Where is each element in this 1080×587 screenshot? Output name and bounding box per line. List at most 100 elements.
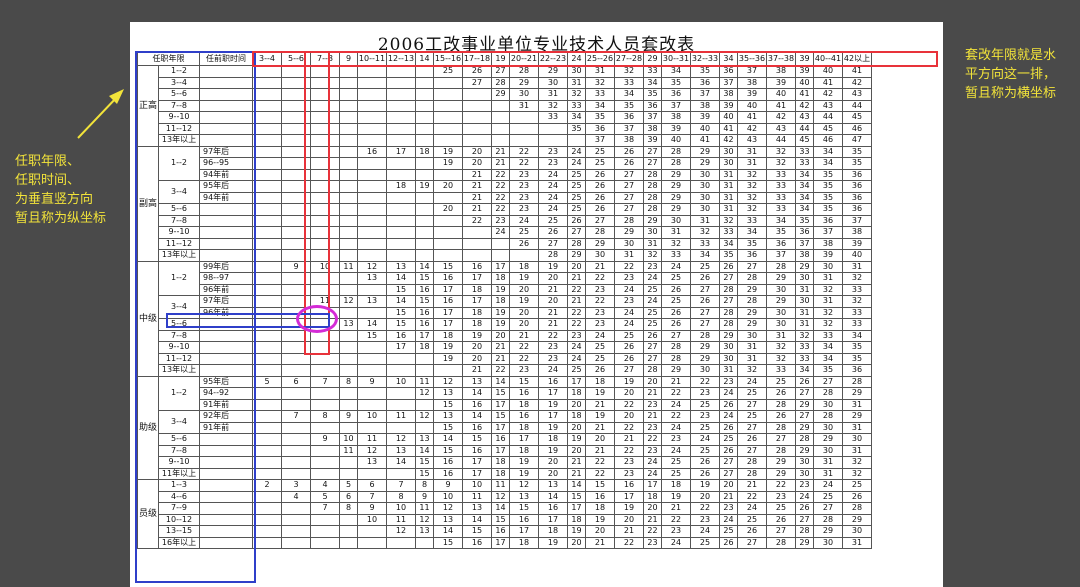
value-cell: 27 xyxy=(567,226,586,239)
value-cell: 32 xyxy=(719,214,738,227)
value-cell: 25 xyxy=(567,364,586,377)
prior-time-cell xyxy=(199,111,253,124)
value-cell: 17 xyxy=(386,341,416,354)
value-cell: 24 xyxy=(567,157,586,170)
value-cell: 20 xyxy=(509,306,539,319)
table-row: 11--12 19 20 21 22 23 24 25 26 27 28 29 30 31 32 33 34 35 xyxy=(138,352,872,365)
prior-time-cell xyxy=(199,237,253,250)
value-cell xyxy=(310,398,340,411)
value-cell: 29 xyxy=(661,180,691,193)
value-cell: 36 xyxy=(795,226,814,239)
value-cell: 9 xyxy=(310,433,340,446)
value-cell: 32 xyxy=(766,157,796,170)
value-cell: 8 xyxy=(415,479,434,492)
table-row: 正高 1--2 25 26 27 28 29 30 31 32 33 34 35 36 37 38 39 40 41 xyxy=(137,65,872,147)
value-cell: 23 xyxy=(643,444,662,457)
value-cell: 19 xyxy=(462,329,492,342)
column-header: 25--26 xyxy=(585,52,615,66)
value-cell: 29 xyxy=(813,433,843,446)
value-cell: 28 xyxy=(643,203,662,216)
value-cell xyxy=(339,76,358,89)
value-cell: 45 xyxy=(813,122,843,135)
value-cell xyxy=(281,329,311,342)
value-cell: 23 xyxy=(538,145,568,158)
value-cell: 18 xyxy=(585,502,615,515)
value-cell: 31 xyxy=(719,203,738,216)
value-cell xyxy=(281,444,311,457)
grade-group-label: 助级 xyxy=(137,375,159,480)
value-cell: 19 xyxy=(491,306,510,319)
tenure-years-cell: 11--12 xyxy=(158,352,200,365)
value-cell: 23 xyxy=(585,306,615,319)
value-cell: 21 xyxy=(737,479,767,492)
table-row: 中级 1--2 99年后 9 10 11 12 13 14 15 16 17 18 19 20 21 22 23 2… xyxy=(137,260,872,377)
value-cell: 28 xyxy=(795,433,814,446)
annotation-line: 为垂直竖方向 xyxy=(15,192,94,207)
value-cell: 26 xyxy=(690,295,720,308)
value-cell: 39 xyxy=(719,99,738,112)
value-cell: 33 xyxy=(567,99,586,112)
value-cell xyxy=(310,168,340,181)
value-cell: 25 xyxy=(690,421,720,434)
tenure-years-cell: 11--12 xyxy=(158,122,200,135)
value-cell: 25 xyxy=(567,203,586,216)
prior-time-cell xyxy=(199,479,253,492)
value-cell: 15 xyxy=(462,433,492,446)
value-cell: 25 xyxy=(661,467,691,480)
value-cell: 29 xyxy=(842,513,872,526)
value-cell: 31 xyxy=(842,421,872,434)
value-cell: 29 xyxy=(719,329,738,342)
value-cell xyxy=(252,295,282,308)
value-cell: 38 xyxy=(842,226,872,239)
value-cell xyxy=(281,272,311,285)
value-cell: 27 xyxy=(737,536,767,549)
table-row: 9--10 33 34 35 36 37 38 39 40 41 42 43 44 45 xyxy=(138,111,872,124)
value-cell: 36 xyxy=(842,168,872,181)
value-cell: 23 xyxy=(719,375,738,388)
value-cell: 25 xyxy=(661,272,691,285)
value-cell: 17 xyxy=(462,295,492,308)
column-header: 35--36 xyxy=(737,52,767,66)
value-cell: 32 xyxy=(737,168,767,181)
prior-time-cell xyxy=(199,99,253,112)
value-cell: 33 xyxy=(766,168,796,181)
value-cell: 24 xyxy=(661,260,691,273)
value-cell: 19 xyxy=(585,513,615,526)
value-cell: 20 xyxy=(643,502,662,515)
value-cell: 9 xyxy=(433,479,463,492)
value-cell: 18 xyxy=(491,467,510,480)
column-header: 17--18 xyxy=(462,52,492,66)
value-cell xyxy=(339,111,358,124)
value-cell: 34 xyxy=(813,352,843,365)
value-cell xyxy=(357,214,387,227)
value-cell: 14 xyxy=(386,456,416,469)
value-cell xyxy=(357,341,387,354)
value-cell xyxy=(415,111,434,124)
value-cell: 27 xyxy=(737,421,767,434)
table-row: 副高 1--2 97年后 16 17 18 19 20 21 22 23 24 25 26 27 28 29 30… xyxy=(137,145,872,262)
value-cell xyxy=(252,180,282,193)
value-cell: 20 xyxy=(462,341,492,354)
value-cell: 16 xyxy=(386,329,416,342)
value-cell: 30 xyxy=(813,398,843,411)
prior-time-cell xyxy=(199,352,253,365)
value-cell xyxy=(386,536,416,549)
tenure-years-cell: 7--9 xyxy=(158,502,200,515)
value-cell: 20 xyxy=(433,180,463,193)
value-cell: 15 xyxy=(567,490,586,503)
value-cell xyxy=(339,157,358,170)
value-cell: 12 xyxy=(491,490,510,503)
column-header: 9 xyxy=(339,52,358,66)
table-row: 9--10 13 14 15 16 17 18 19 20 21 22 23 24 25 26 27 28 29 3… xyxy=(138,456,872,469)
value-cell: 29 xyxy=(661,168,691,181)
value-cell xyxy=(310,249,340,262)
document-page: 2006工改事业单位专业技术人员套改表 任职年限 任前职时间 3--4 5--6 7--… xyxy=(130,22,943,587)
value-cell xyxy=(357,180,387,193)
value-cell: 16 xyxy=(462,536,492,549)
value-cell: 34 xyxy=(795,203,814,216)
value-cell: 27 xyxy=(538,237,568,250)
value-cell: 23 xyxy=(509,180,539,193)
value-cell: 23 xyxy=(614,272,644,285)
value-cell: 13 xyxy=(509,490,539,503)
value-cell: 32 xyxy=(737,203,767,216)
